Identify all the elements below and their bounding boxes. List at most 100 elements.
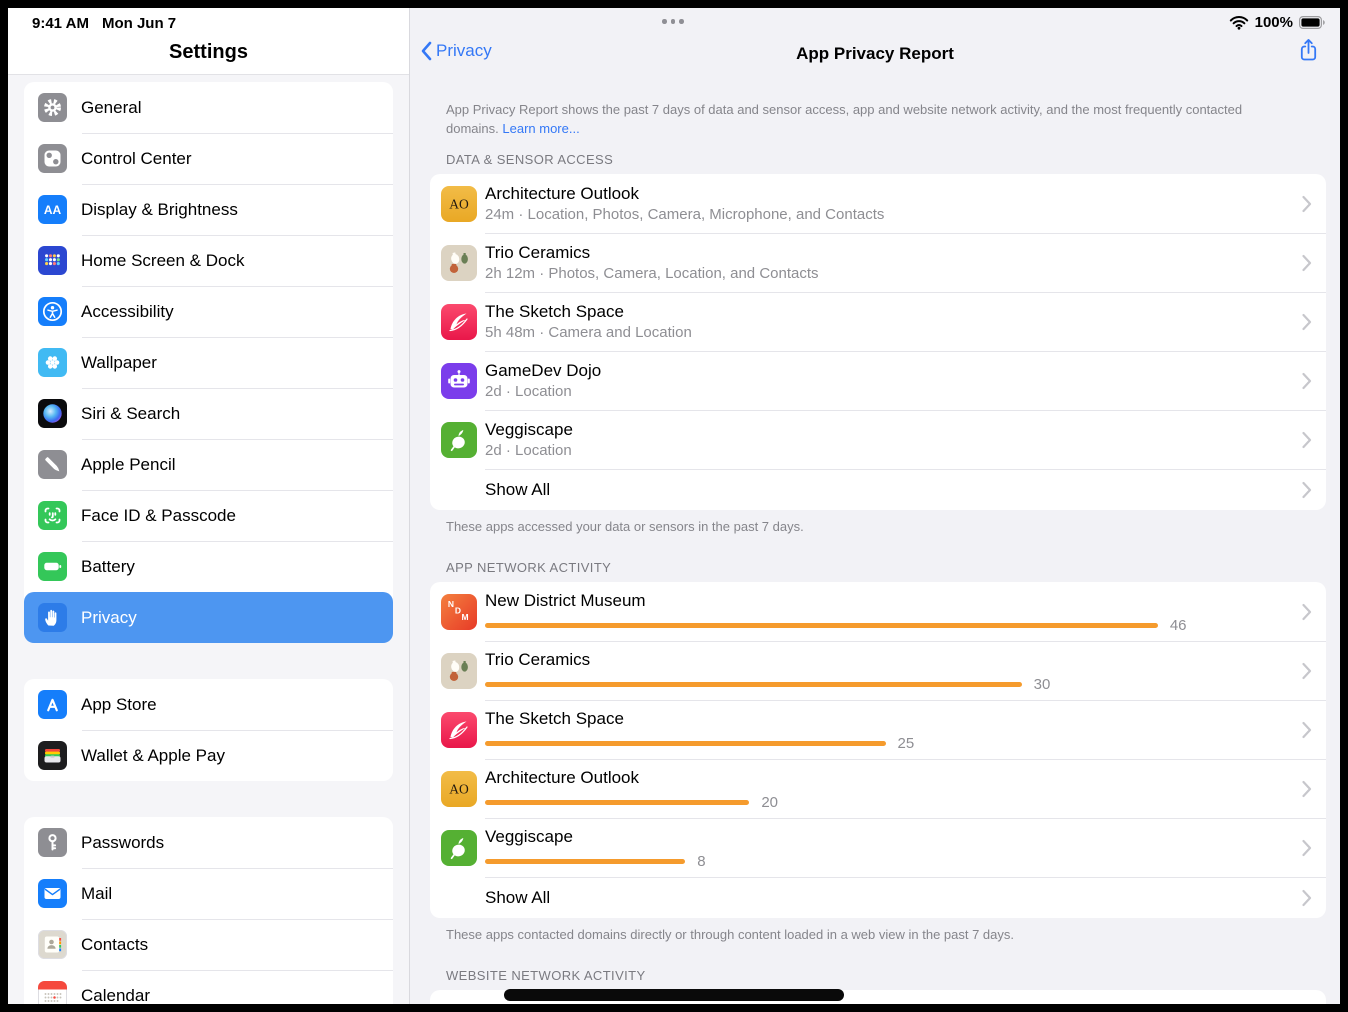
sidebar-item-label: Calendar — [81, 986, 150, 1005]
wallet-icon — [38, 741, 67, 770]
chevron-right-icon — [1302, 780, 1312, 797]
chevron-right-icon — [1302, 839, 1312, 856]
app-row-architecture-outlook[interactable]: AO Architecture Outlook 24m · Location, … — [430, 174, 1326, 233]
app-name: Veggiscape — [485, 826, 1286, 847]
sidebar-item-label: Mail — [81, 884, 112, 904]
network-row-sketch-space[interactable]: The Sketch Space 25 — [430, 700, 1326, 759]
sidebar-item-home-screen-dock[interactable]: Home Screen & Dock — [24, 235, 393, 286]
sidebar-item-contacts[interactable]: Contacts — [24, 919, 393, 970]
page-title: App Privacy Report — [410, 44, 1340, 64]
sidebar-item-control-center[interactable]: Control Center — [24, 133, 393, 184]
architecture-outlook-app-icon: AO — [441, 771, 477, 807]
settings-title: Settings — [8, 41, 409, 64]
settings-sidebar: 9:41 AM Mon Jun 7 Settings General — [8, 8, 410, 1004]
app-network-card: NDM New District Museum 46 Trio Ceramics… — [430, 582, 1326, 918]
home-indicator[interactable] — [504, 989, 844, 1001]
app-row-sketch-space[interactable]: The Sketch Space 5h 48m · Camera and Loc… — [430, 292, 1326, 351]
sidebar-item-wallet[interactable]: Wallet & Apple Pay — [24, 730, 393, 781]
sidebar-item-mail[interactable]: Mail — [24, 868, 393, 919]
show-all-app-network[interactable]: Show All — [430, 877, 1326, 918]
network-contact-count: 46 — [1170, 617, 1187, 634]
svg-text:AO: AO — [449, 781, 469, 796]
data-sensor-card: AO Architecture Outlook 24m · Location, … — [430, 174, 1326, 510]
network-row-trio-ceramics[interactable]: Trio Ceramics 30 — [430, 641, 1326, 700]
sidebar-item-display-brightness[interactable]: AA Display & Brightness — [24, 184, 393, 235]
veggiscape-app-icon — [441, 422, 477, 458]
chevron-right-icon — [1302, 721, 1312, 738]
siri-icon — [38, 399, 67, 428]
sidebar-item-passwords[interactable]: Passwords — [24, 817, 393, 868]
sidebar-item-label: Face ID & Passcode — [81, 506, 236, 526]
sidebar-item-siri-search[interactable]: Siri & Search — [24, 388, 393, 439]
network-row-architecture-outlook[interactable]: AO Architecture Outlook 20 — [430, 759, 1326, 818]
network-activity-bar — [485, 623, 1158, 628]
sidebar-item-apple-pencil[interactable]: Apple Pencil — [24, 439, 393, 490]
network-contact-count: 20 — [761, 794, 778, 811]
status-bar-right: 100% — [410, 8, 1340, 34]
key-icon — [38, 828, 67, 857]
app-row-trio-ceramics[interactable]: Trio Ceramics 2h 12m · Photos, Camera, L… — [430, 233, 1326, 292]
hand-privacy-icon — [38, 603, 67, 632]
status-date: Mon Jun 7 — [102, 15, 176, 32]
home-screen-icon — [38, 246, 67, 275]
wifi-icon — [1229, 15, 1249, 30]
sidebar-item-wallpaper[interactable]: Wallpaper — [24, 337, 393, 388]
sidebar-item-accessibility[interactable]: Accessibility — [24, 286, 393, 337]
app-row-gamedev-dojo[interactable]: GameDev Dojo 2d · Location — [430, 351, 1326, 410]
contacts-icon — [38, 930, 67, 959]
section-header-app-network: APP NETWORK ACTIVITY — [446, 560, 1304, 575]
multitasking-indicator-icon[interactable] — [662, 19, 684, 24]
sidebar-header: 9:41 AM Mon Jun 7 Settings — [8, 8, 409, 75]
chevron-right-icon — [1302, 372, 1312, 389]
svg-text:M: M — [461, 612, 468, 622]
section-header-website-network: WEBSITE NETWORK ACTIVITY — [446, 968, 1304, 983]
face-id-icon — [38, 501, 67, 530]
app-store-icon — [38, 690, 67, 719]
sidebar-item-general[interactable]: General — [24, 82, 393, 133]
sidebar-item-battery[interactable]: Battery — [24, 541, 393, 592]
svg-text:D: D — [455, 605, 461, 615]
sidebar-item-label: Siri & Search — [81, 404, 180, 424]
gamedev-dojo-app-icon — [441, 363, 477, 399]
sidebar-item-calendar[interactable]: Calendar — [24, 970, 393, 1004]
sidebar-item-face-id-passcode[interactable]: Face ID & Passcode — [24, 490, 393, 541]
network-row-veggiscape[interactable]: Veggiscape 8 — [430, 818, 1326, 877]
calendar-icon — [38, 981, 67, 1004]
status-bar-left: 9:41 AM Mon Jun 7 — [32, 15, 176, 32]
app-network-footer: These apps contacted domains directly or… — [446, 927, 1304, 942]
battery-icon — [38, 552, 67, 581]
trio-ceramics-app-icon — [441, 245, 477, 281]
learn-more-link[interactable]: Learn more... — [502, 121, 579, 136]
share-button[interactable] — [1296, 36, 1320, 69]
app-access-detail: 2d · Location — [485, 441, 1286, 460]
sidebar-item-label: Contacts — [81, 935, 148, 955]
app-name: Trio Ceramics — [485, 649, 1286, 670]
chevron-right-icon — [1302, 431, 1312, 448]
sidebar-item-label: Wallpaper — [81, 353, 157, 373]
sidebar-item-app-store[interactable]: App Store — [24, 679, 393, 730]
show-all-data-sensor[interactable]: Show All — [430, 469, 1326, 510]
report-content: App Privacy Report shows the past 7 days… — [410, 80, 1340, 1004]
sidebar-item-privacy[interactable]: Privacy — [24, 592, 393, 643]
sidebar-group-apps: Passwords Mail Contacts — [24, 817, 393, 1004]
display-brightness-icon: AA — [38, 195, 67, 224]
accessibility-icon — [38, 297, 67, 326]
app-row-veggiscape[interactable]: Veggiscape 2d · Location — [430, 410, 1326, 469]
network-row-new-district-museum[interactable]: NDM New District Museum 46 — [430, 582, 1326, 641]
chevron-right-icon — [1302, 662, 1312, 679]
app-access-detail: 5h 48m · Camera and Location — [485, 323, 1286, 342]
sidebar-item-label: Control Center — [81, 149, 192, 169]
sidebar-item-label: Privacy — [81, 608, 137, 628]
app-name: New District Museum — [485, 590, 1286, 611]
app-name: Veggiscape — [485, 419, 1286, 440]
battery-percent: 100% — [1255, 14, 1293, 31]
network-activity-bar — [485, 682, 1022, 687]
chevron-right-icon — [1302, 889, 1312, 906]
sidebar-list: General Control Center AA Display & Brig… — [8, 75, 409, 1004]
chevron-right-icon — [1302, 313, 1312, 330]
app-name: Architecture Outlook — [485, 183, 1286, 204]
pencil-icon — [38, 450, 67, 479]
sidebar-group-main: General Control Center AA Display & Brig… — [24, 82, 393, 643]
chevron-right-icon — [1302, 603, 1312, 620]
gear-icon — [38, 93, 67, 122]
